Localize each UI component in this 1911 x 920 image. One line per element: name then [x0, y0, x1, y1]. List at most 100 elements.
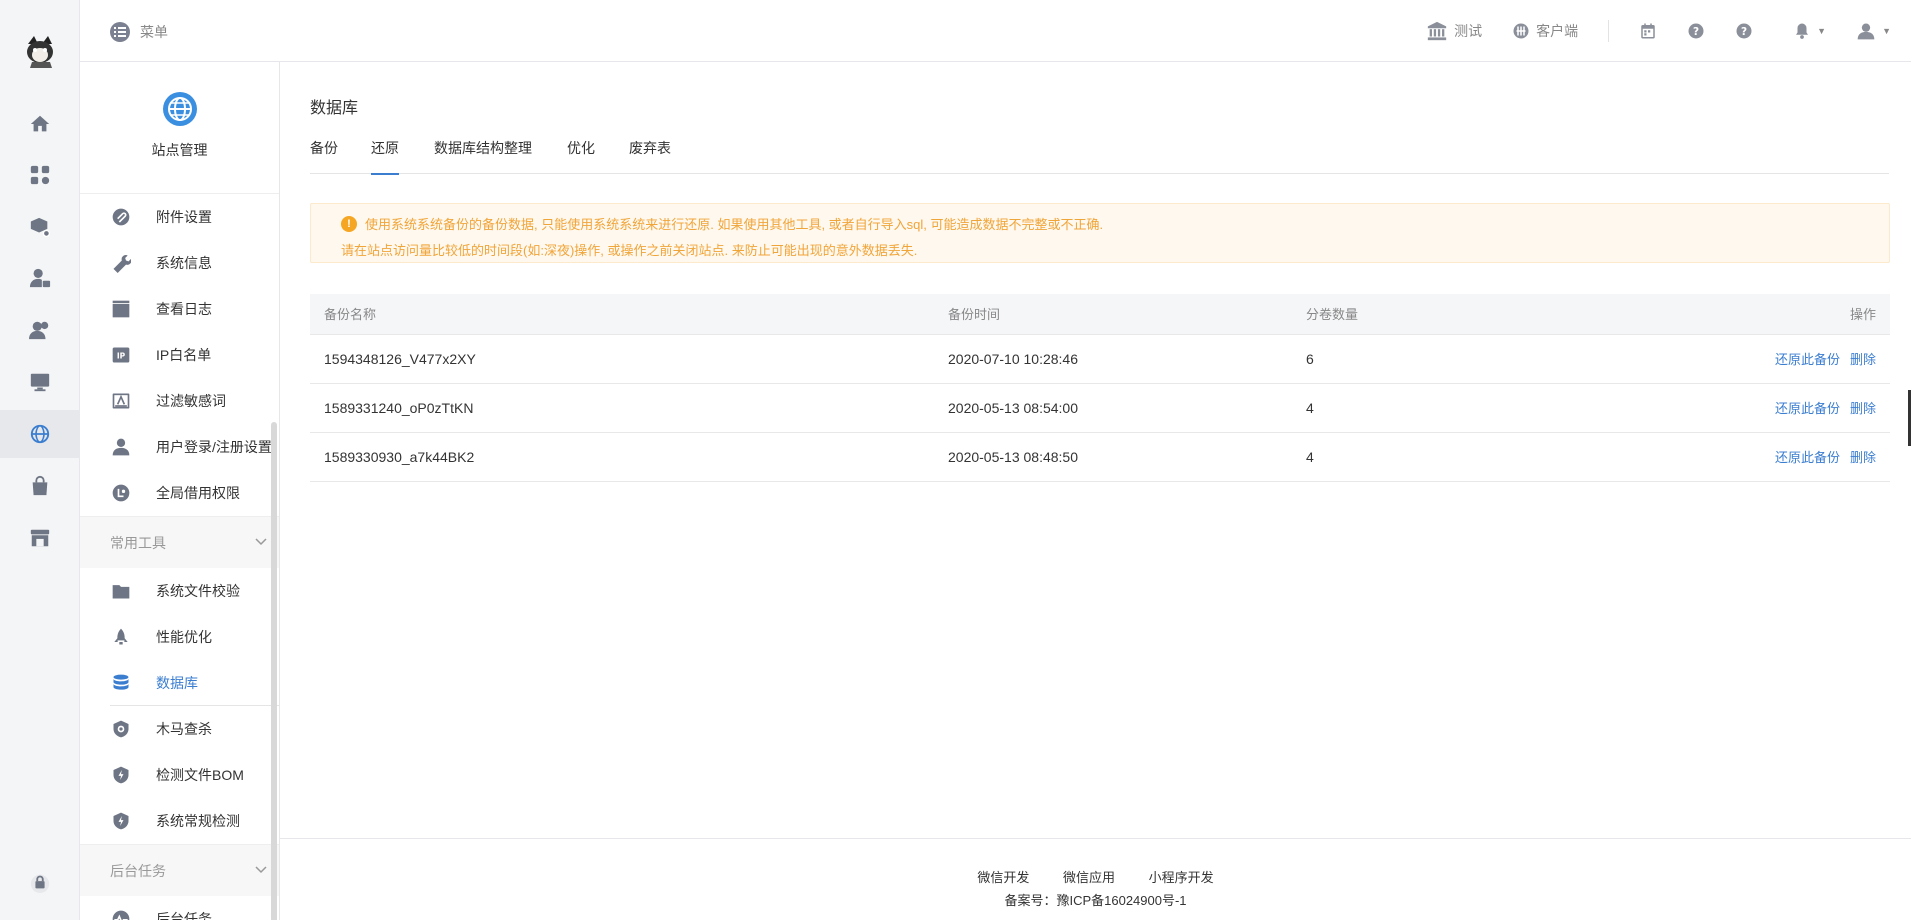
sidebar-item-label: 木马查杀 [156, 721, 212, 737]
bell-icon [1796, 23, 1809, 39]
warning-icon: ! [341, 215, 357, 232]
menu-label: 菜单 [140, 24, 168, 40]
header-time: 备份时间 [934, 294, 1292, 335]
chevron-down-icon: ▼ [1817, 26, 1827, 36]
user-lock-icon[interactable] [0, 254, 80, 302]
sidebar-item-file-check[interactable]: 系统文件校验 [80, 568, 279, 614]
attachment-icon [110, 206, 132, 228]
sidebar-scrollbar[interactable] [271, 422, 277, 920]
tab-optimize[interactable]: 优化 [567, 138, 595, 174]
alert-line-2: 请在站点访问量比较低的时间段(如:深夜)操作, 或操作之前关闭站点. 来防止可能… [341, 243, 918, 258]
calendar-button[interactable] [1639, 22, 1657, 40]
cell-count: 6 [1292, 334, 1592, 384]
footer-links: 微信开发 微信应用 小程序开发 [280, 867, 1911, 886]
folder-icon [110, 580, 132, 602]
sidebar-item-ip-whitelist[interactable]: IP IP白名单 [80, 332, 279, 378]
sidebar-group-tasks[interactable]: 后台任务 [80, 844, 279, 896]
sidebar: 站点管理 附件设置 系统信息 查看日志 IP IP白名单 过滤敏感词 用户登录/… [80, 62, 280, 920]
tab-deprecated[interactable]: 废弃表 [629, 138, 671, 174]
sidebar-title: 站点管理 [151, 142, 208, 158]
sidebar-item-label: 系统信息 [156, 255, 212, 271]
client-icon [1513, 23, 1529, 39]
sidebar-item-user-login[interactable]: 用户登录/注册设置 [80, 424, 279, 470]
user-icon [110, 436, 132, 458]
cell-name: 1589330930_a7k44BK2 [310, 432, 934, 482]
client-link[interactable]: 客户端 [1512, 21, 1578, 41]
globe-icon [163, 92, 197, 126]
delete-link[interactable]: 删除 [1850, 352, 1876, 367]
sidebar-item-label: 检测文件BOM [156, 767, 244, 783]
help-button-2[interactable]: ? [1735, 22, 1753, 40]
sidebar-item-global-permission[interactable]: 全局借用权限 [80, 470, 279, 516]
users-icon[interactable] [0, 306, 80, 354]
user-menu-button[interactable]: ▼ [1856, 21, 1891, 41]
user-icon [1857, 23, 1875, 40]
sidebar-item-routine-check[interactable]: 系统常规检测 [80, 798, 279, 844]
sidebar-item-logs[interactable]: 查看日志 [80, 286, 279, 332]
cell-actions: 还原此备份 删除 [1592, 432, 1890, 482]
sidebar-item-label: 性能优化 [156, 629, 212, 645]
tab-restore[interactable]: 还原 [371, 138, 399, 175]
cell-count: 4 [1292, 432, 1592, 482]
tab-structure[interactable]: 数据库结构整理 [434, 138, 532, 174]
warning-alert: ! 使用系统系统备份的备份数据, 只能使用系统系统来进行还原. 如果使用其他工具… [310, 203, 1890, 263]
box-settings-icon[interactable] [0, 203, 80, 251]
icp-record[interactable]: 备案号：豫ICP备16024900号-1 [280, 890, 1911, 909]
footer-link-miniprogram[interactable]: 小程序开发 [1149, 870, 1214, 885]
notification-button[interactable]: ▼ [1793, 22, 1826, 40]
sidebar-item-trojan-scan[interactable]: 木马查杀 [80, 706, 279, 752]
restore-link[interactable]: 还原此备份 [1775, 450, 1840, 465]
help-button[interactable]: ? [1687, 22, 1705, 40]
icon-rail [0, 0, 80, 920]
restore-link[interactable]: 还原此备份 [1775, 401, 1840, 416]
tab-bar: 备份 还原 数据库结构整理 优化 废弃表 [310, 138, 1889, 175]
sidebar-item-system-info[interactable]: 系统信息 [80, 240, 279, 286]
client-label: 客户端 [1536, 23, 1579, 39]
sidebar-item-bom-check[interactable]: 检测文件BOM [80, 752, 279, 798]
footer-link-wechat-app[interactable]: 微信应用 [1063, 870, 1115, 885]
sidebar-group-tools[interactable]: 常用工具 [80, 516, 279, 568]
table-header-row: 备份名称 备份时间 分卷数量 操作 [310, 294, 1890, 335]
cell-name: 1589331240_oP0zTtKN [310, 383, 934, 433]
delete-link[interactable]: 删除 [1850, 450, 1876, 465]
apps-icon[interactable] [0, 151, 80, 199]
sidebar-item-background-task[interactable]: 后台任务 [80, 896, 279, 920]
delete-link[interactable]: 删除 [1850, 401, 1876, 416]
menu-toggle-button[interactable]: 菜单 [110, 22, 168, 42]
test-link[interactable]: 测试 [1426, 20, 1482, 42]
shield-scan-icon [110, 718, 132, 740]
rocket-icon [110, 626, 132, 648]
backup-table: 备份名称 备份时间 分卷数量 操作 1594348126_V477x2XY 20… [310, 294, 1890, 482]
globe-icon[interactable] [0, 410, 80, 458]
divider [1608, 20, 1610, 42]
home-icon[interactable] [0, 100, 80, 148]
lock-icon[interactable] [0, 858, 80, 906]
sidebar-item-database[interactable]: 数据库 [80, 660, 279, 706]
footer-link-wechat-dev[interactable]: 微信开发 [977, 870, 1029, 885]
sidebar-item-label: 系统文件校验 [156, 583, 240, 599]
cell-actions: 还原此备份 删除 [1592, 383, 1890, 433]
sidebar-item-label: 查看日志 [156, 301, 212, 317]
header-actions: 操作 [1592, 294, 1890, 335]
sidebar-item-label: 数据库 [156, 675, 198, 691]
restore-link[interactable]: 还原此备份 [1775, 352, 1840, 367]
tab-backup[interactable]: 备份 [310, 138, 338, 174]
monitor-icon[interactable] [0, 358, 80, 406]
header-name: 备份名称 [310, 294, 934, 335]
svg-text:IP: IP [117, 351, 126, 360]
sidebar-item-filter-words[interactable]: 过滤敏感词 [80, 378, 279, 424]
question-icon: ? [1736, 23, 1752, 39]
logo-icon[interactable] [22, 34, 58, 68]
database-icon [110, 672, 132, 694]
sidebar-item-attachment[interactable]: 附件设置 [80, 194, 279, 240]
help-icon: ? [1688, 23, 1704, 39]
bank-icon [1427, 21, 1447, 41]
store-icon[interactable] [0, 514, 80, 562]
sidebar-item-performance[interactable]: 性能优化 [80, 614, 279, 660]
tools-icon [110, 252, 132, 274]
sidebar-item-label: 附件设置 [156, 209, 212, 225]
bag-icon[interactable] [0, 462, 80, 510]
sidebar-list: 附件设置 系统信息 查看日志 IP IP白名单 过滤敏感词 用户登录/注册设置 … [80, 194, 279, 920]
sidebar-header: 站点管理 [80, 62, 279, 194]
table-row: 1594348126_V477x2XY 2020-07-10 10:28:46 … [310, 334, 1890, 384]
